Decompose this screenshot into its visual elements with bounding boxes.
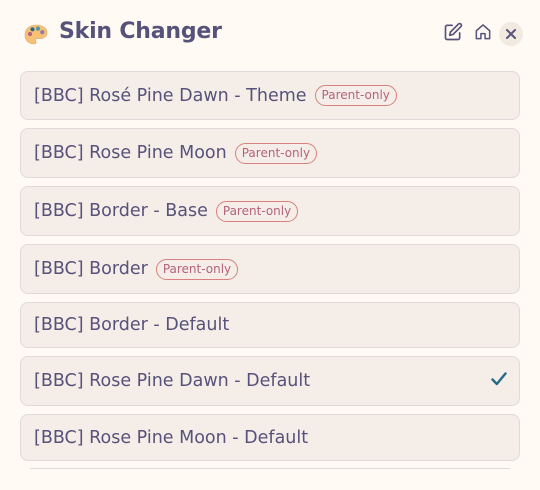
skin-item-label: [BBC] Rose Pine Dawn - Default [34, 371, 311, 391]
skin-item[interactable]: [BBC] Rose Pine Moon Parent-only [20, 128, 520, 178]
home-icon [473, 22, 493, 46]
skin-item-label: [BBC] Rose Pine Moon [34, 143, 227, 163]
skin-item-label: [BBC] Rosé Pine Dawn - Theme [34, 85, 307, 106]
checkmark-icon [490, 371, 508, 391]
skin-item[interactable]: [BBC] Border - Default [20, 302, 520, 348]
parent-only-badge: Parent-only [155, 258, 239, 280]
header: Skin Changer [0, 0, 540, 68]
skin-item[interactable]: [BBC] Border Parent-only [20, 244, 520, 294]
parent-only-badge: Parent-only [215, 200, 299, 222]
parent-only-badge: Parent-only [234, 142, 318, 164]
close-button[interactable] [499, 22, 523, 46]
parent-only-badge: Parent-only [314, 85, 397, 106]
skin-item[interactable]: [BBC] Border - Base Parent-only [20, 186, 520, 236]
skin-item-label: [BBC] Rose Pine Moon - Default [34, 427, 309, 448]
page-title: Skin Changer [59, 19, 222, 44]
edit-button[interactable] [441, 22, 465, 46]
skin-item-label: [BBC] Border - Default [34, 315, 230, 335]
skin-item-selected[interactable]: [BBC] Rose Pine Dawn - Default [20, 356, 520, 406]
skin-item[interactable]: [BBC] Rose Pine Moon - Default [20, 414, 520, 461]
close-icon [505, 25, 517, 44]
skin-item[interactable]: [BBC] Rosé Pine Dawn - Theme Parent-only [20, 71, 520, 120]
palette-icon [23, 23, 49, 47]
edit-icon [443, 22, 463, 46]
skin-changer-panel: Skin Changer [BBC] Rosé Pine Dawn - Them… [0, 0, 540, 490]
home-button[interactable] [471, 22, 495, 46]
divider [30, 468, 510, 469]
skin-item-label: [BBC] Border [34, 259, 148, 279]
skin-item-label: [BBC] Border - Base [34, 201, 208, 221]
